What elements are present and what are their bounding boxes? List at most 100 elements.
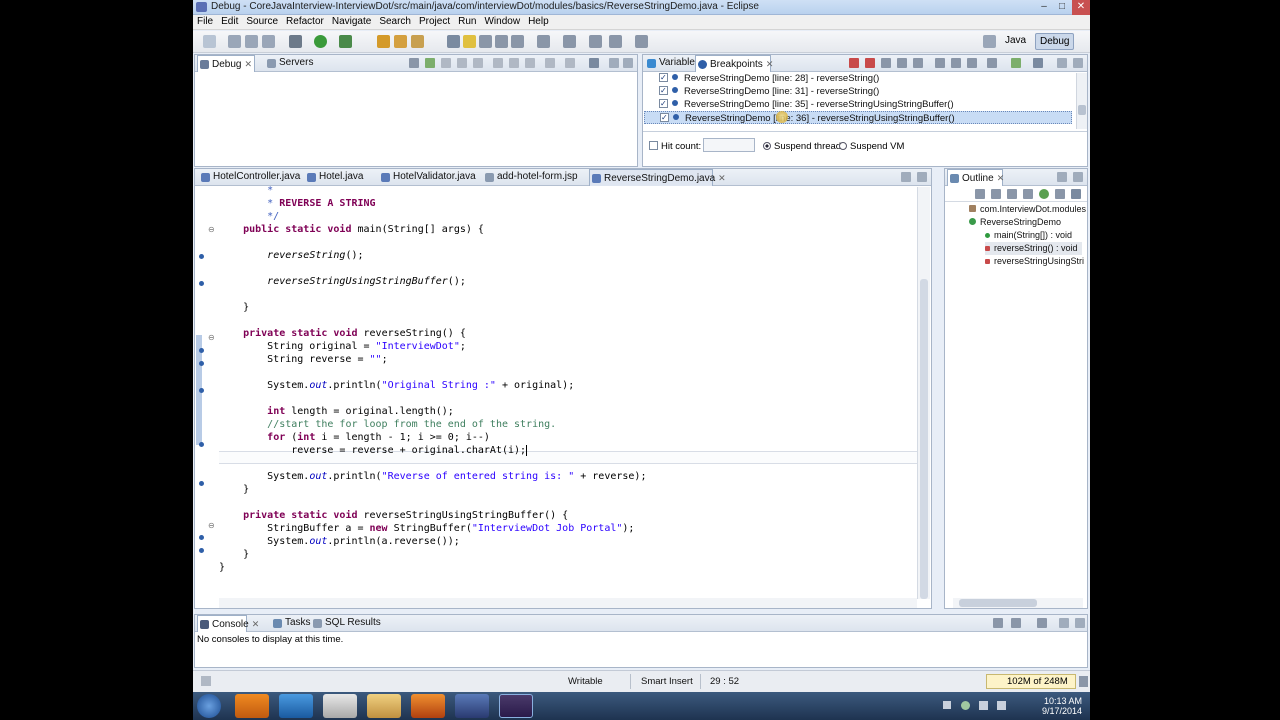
firefox-icon[interactable] [411,694,445,718]
outline-horizontal-scrollbar[interactable] [953,598,1083,608]
collapse-all-icon[interactable] [951,58,961,68]
hide-local-types-icon[interactable] [1055,189,1065,199]
heap-status[interactable]: 102M of 248M [986,674,1076,689]
breakpoint-marker[interactable] [199,348,204,353]
maximize-view-icon[interactable] [623,58,633,68]
tray-arrow-icon[interactable] [943,701,951,709]
external-tools-icon[interactable] [339,35,352,48]
remove-breakpoint-icon[interactable] [849,58,859,68]
fold-icon[interactable]: ⊖ [208,225,215,234]
perspective-java[interactable]: Java [1001,33,1030,50]
step-return-icon[interactable] [525,58,535,68]
outline-item-package[interactable]: com.InterviewDot.modules [969,203,1086,216]
eclipse-taskbar-icon[interactable] [499,694,533,718]
breakpoint-marker[interactable] [199,388,204,393]
close-icon[interactable]: ✕ [244,59,252,69]
suspend-thread-radio[interactable]: Suspend thread [763,141,841,152]
new-package-icon[interactable] [377,35,390,48]
terminate-icon[interactable] [457,58,467,68]
view-menu-icon[interactable] [589,58,599,68]
maximize-view-icon[interactable] [1075,618,1085,628]
close-icon[interactable]: ✕ [718,173,726,183]
open-console-icon[interactable] [1037,618,1047,628]
tab-debug[interactable]: Debug ✕ [197,55,255,72]
pin-console-icon[interactable] [993,618,1003,628]
trash-icon[interactable] [1079,676,1088,687]
close-button[interactable]: ✕ [1072,0,1090,15]
menu-navigate[interactable]: Navigate [328,15,375,29]
save-disk-icon[interactable] [455,694,489,718]
outline-item-method-selected[interactable]: reverseString() : void [985,242,1082,255]
hide-static-icon[interactable] [1023,189,1033,199]
scrollbar-thumb[interactable] [1078,105,1086,115]
skip-breakpoints-icon[interactable] [913,58,923,68]
toggle-breadcrumb-icon[interactable] [463,35,476,48]
minimize-view-icon[interactable] [1059,618,1069,628]
breakpoint-checkbox[interactable] [659,71,668,84]
hit-count-input[interactable] [703,138,755,152]
view-menu-icon[interactable] [1033,58,1043,68]
minimize-view-icon[interactable] [609,58,619,68]
remove-terminated-icon[interactable] [409,58,419,68]
tab-console[interactable]: Console ✕ [197,615,259,632]
close-icon[interactable]: ✕ [766,59,774,69]
file-explorer-icon[interactable] [367,694,401,718]
save-icon[interactable] [228,35,241,48]
menu-project[interactable]: Project [415,15,454,29]
pilcrow-icon[interactable] [511,35,524,48]
print-icon[interactable] [262,35,275,48]
last-edit-icon[interactable] [589,35,602,48]
editor-horizontal-scrollbar[interactable] [219,598,917,608]
menu-window[interactable]: Window [480,15,524,29]
new-class-icon[interactable] [394,35,407,48]
tab-outline[interactable]: Outline ✕ [947,169,1005,186]
outline-item-method[interactable]: reverseStringUsingStri [985,255,1084,268]
show-supported-icon[interactable] [881,58,891,68]
breakpoint-marker[interactable] [199,254,204,259]
maximize-view-icon[interactable] [1073,58,1083,68]
tab-variables[interactable]: Variables [645,55,700,72]
menu-source[interactable]: Source [242,15,282,29]
breakpoint-marker[interactable] [199,481,204,486]
disconnect-icon[interactable] [473,58,483,68]
drop-to-frame-icon[interactable] [545,58,555,68]
open-perspective-icon[interactable] [983,35,996,48]
save-all-icon[interactable] [245,35,258,48]
volume-icon[interactable] [997,701,1006,710]
show-whitespace-icon[interactable] [495,35,508,48]
media-player-icon[interactable] [323,694,357,718]
suspend-vm-radio[interactable]: Suspend VM [839,141,904,152]
breakpoint-marker[interactable] [199,548,204,553]
block-selection-icon[interactable] [479,35,492,48]
breakpoint-marker[interactable] [199,361,204,366]
hit-count-option[interactable]: Hit count: [649,141,701,152]
forward-icon[interactable] [635,35,648,48]
open-type-icon[interactable] [411,35,424,48]
internet-explorer-icon[interactable] [279,694,313,718]
editor-vertical-scrollbar[interactable] [917,187,930,599]
breakpoint-marker[interactable] [199,442,204,447]
close-icon[interactable]: ✕ [997,173,1005,183]
link-with-debug-icon[interactable] [967,58,977,68]
close-icon[interactable]: ✕ [252,619,260,629]
debug-icon[interactable] [289,35,302,48]
previous-annotation-icon[interactable] [563,35,576,48]
menu-search[interactable]: Search [375,15,415,29]
code-text[interactable]: * * REVERSE A STRING */ public static vo… [219,184,646,574]
collapse-all-icon[interactable] [975,189,985,199]
scrollbar-thumb[interactable] [920,279,928,599]
breakpoint-checkbox[interactable] [659,97,668,110]
tab-breakpoints[interactable]: Breakpoints ✕ [695,55,774,72]
go-to-file-icon[interactable] [897,58,907,68]
hide-fields-icon[interactable] [1007,189,1017,199]
tab-servers[interactable]: Servers [265,55,313,72]
next-annotation-icon[interactable] [537,35,550,48]
minimize-view-icon[interactable] [1057,172,1067,182]
menu-refactor[interactable]: Refactor [282,15,328,29]
vlc-icon[interactable] [235,694,269,718]
add-java-exception-icon[interactable] [987,58,997,68]
breakpoint-row[interactable]: ReverseStringDemo [line: 35] - reverseSt… [659,97,954,111]
back-icon[interactable] [609,35,622,48]
run-icon[interactable] [314,35,327,48]
expand-all-icon[interactable] [935,58,945,68]
